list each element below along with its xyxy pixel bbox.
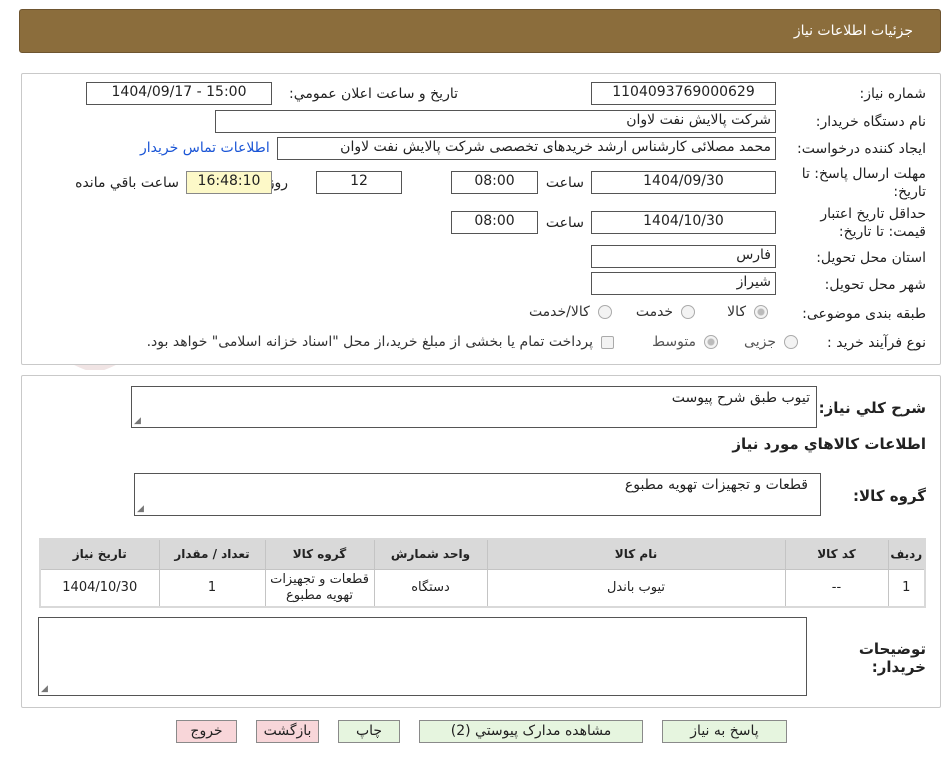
cell-row-number: 1: [887, 568, 926, 608]
city-field: شیراز: [591, 272, 776, 295]
radio-medium-label: متوسط: [652, 334, 697, 350]
requester-label: ایجاد کننده درخواست:: [797, 141, 926, 157]
category-radio-group: کالا خدمت کالا/خدمت: [529, 304, 768, 320]
goods-table: ردیف کد کالا نام کالا واحد شمارش گروه کا…: [39, 538, 926, 608]
resize-handle-icon[interactable]: ◢: [137, 504, 144, 514]
radio-service[interactable]: [681, 305, 696, 319]
treasury-note: پرداخت تمام یا بخشی از مبلغ خرید،از محل …: [146, 334, 594, 350]
buyer-notes-label-2: خریدار:: [871, 658, 926, 676]
general-description-label: شرح كلي نياز:: [818, 399, 926, 417]
buyer-org-field: شرکت پالایش نفت لاوان: [215, 110, 776, 133]
col-goods-code: کد کالا: [784, 538, 889, 570]
buyer-contact-link[interactable]: اطلاعات تماس خریدار: [140, 140, 270, 156]
deadline-date-field: 1404/09/30: [591, 171, 776, 194]
col-need-date: تاریخ نیاز: [39, 538, 160, 570]
goods-table-header: ردیف کد کالا نام کالا واحد شمارش گروه کا…: [39, 538, 926, 570]
treasury-checkbox[interactable]: [601, 335, 615, 349]
requester-field: محمد مصلائی کارشناس ارشد خریدهای تخصصی ش…: [277, 137, 776, 160]
goods-group-text: قطعات و تجهیزات تهویه مطبوع: [624, 477, 808, 493]
cell-quantity: 1: [158, 568, 266, 608]
reply-to-need-button[interactable]: پاسخ به نیاز: [662, 720, 787, 743]
announce-date-field: 1404/09/17 - 15:00: [86, 82, 272, 105]
deadline-label-2: تاریخ:: [893, 184, 926, 200]
cell-need-date: 1404/10/30: [39, 568, 160, 608]
goods-group-box: قطعات و تجهیزات تهویه مطبوع ◢: [134, 473, 821, 516]
need-number-field: 1104093769000629: [591, 82, 776, 105]
general-description-box: تیوب طبق شرح پیوست ◢: [131, 386, 817, 428]
col-row-number: ردیف: [887, 538, 926, 570]
validity-time-field: 08:00: [451, 211, 538, 234]
announce-date-label: تاریخ و ساعت اعلان عمومي:: [289, 86, 458, 102]
radio-goods-service[interactable]: [597, 305, 612, 319]
buyer-org-label: نام دستگاه خریدار:: [815, 114, 926, 130]
radio-service-label: خدمت: [635, 304, 674, 320]
cell-goods-group: قطعات و تجهیزات تهویه مطبوع: [264, 568, 375, 608]
col-goods-group: گروه کالا: [264, 538, 375, 570]
col-unit: واحد شمارش: [373, 538, 488, 570]
col-quantity: تعداد / مقدار: [158, 538, 266, 570]
goods-group-label: گروه کالا:: [853, 487, 926, 505]
cell-goods-name: تیوب باندل: [486, 568, 786, 608]
validity-date-field: 1404/10/30: [591, 211, 776, 234]
validity-label-2: قیمت: تا تاریخ:: [838, 224, 926, 240]
view-attachments-button[interactable]: مشاهده مدارک پیوستي (2): [419, 720, 643, 743]
radio-goods[interactable]: [754, 305, 768, 319]
exit-button[interactable]: خروج: [176, 720, 237, 743]
validity-label: حداقل تاریخ اعتبار: [820, 206, 926, 222]
page-header: جزئیات اطلاعات نیاز: [19, 9, 941, 53]
deadline-label: مهلت ارسال پاسخ: تا: [801, 166, 926, 182]
print-button[interactable]: چاپ: [338, 720, 400, 743]
resize-handle-icon[interactable]: ◢: [134, 416, 141, 426]
buyer-notes-box[interactable]: ◢: [38, 617, 807, 696]
remaining-time-field: 16:48:10: [186, 171, 272, 194]
radio-goods-label: کالا: [727, 304, 746, 320]
radio-goods-service-label: کالا/خدمت: [528, 304, 590, 320]
page-title: جزئیات اطلاعات نیاز: [793, 23, 913, 39]
remaining-time-label: ساعت باقي مانده: [75, 175, 179, 191]
validity-time-label: ساعت: [545, 215, 584, 231]
need-number-label: شماره نیاز:: [859, 86, 927, 102]
days-field: 12: [316, 171, 402, 194]
buyer-notes-label: توضیحات: [858, 640, 926, 658]
cell-unit: دستگاه: [373, 568, 488, 608]
city-label: شهر محل تحویل:: [824, 277, 926, 293]
resize-handle-icon[interactable]: ◢: [41, 684, 48, 694]
col-goods-name: نام کالا: [486, 538, 786, 570]
process-radio-group: جزیی متوسط پرداخت تمام یا بخشی از مبلغ خ…: [147, 334, 798, 350]
radio-medium[interactable]: [704, 335, 719, 349]
province-field: فارس: [591, 245, 776, 268]
category-label: طبقه بندی موضوعی:: [802, 306, 926, 322]
radio-minor[interactable]: [784, 335, 798, 349]
cell-goods-code: --: [784, 568, 889, 608]
process-type-label: نوع فرآیند خرید :: [827, 335, 926, 351]
deadline-time-field: 08:00: [451, 171, 538, 194]
radio-minor-label: جزیی: [744, 334, 776, 350]
general-description-text: تیوب طبق شرح پیوست: [671, 390, 810, 406]
province-label: استان محل تحویل:: [816, 250, 926, 266]
back-button[interactable]: بازگشت: [256, 720, 319, 743]
deadline-time-label: ساعت: [545, 175, 584, 191]
goods-info-title: اطلاعات كالاهاي مورد نياز: [732, 435, 926, 453]
table-row: 1 -- تیوب باندل دستگاه قطعات و تجهیزات ت…: [39, 568, 926, 608]
